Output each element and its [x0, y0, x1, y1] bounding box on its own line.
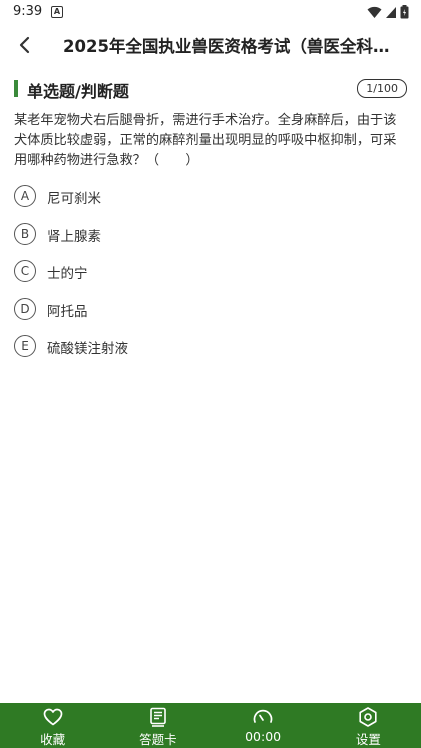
section-header: 单选题/判断题 1/100 — [14, 78, 407, 101]
settings-label: 设置 — [355, 732, 381, 747]
favorite-button[interactable]: 收藏 — [0, 703, 105, 748]
bottom-toolbar: 收藏 答题卡 00:00 设置 — [0, 703, 421, 748]
hexagon-gear-icon — [359, 707, 377, 727]
option-text: 硫酸镁注射液 — [47, 341, 128, 357]
card-icon — [150, 707, 166, 727]
answer-card-button[interactable]: 答题卡 — [105, 703, 210, 748]
status-time: 9:39 — [13, 4, 43, 19]
answer-options: A 尼可刹米 B 肾上腺素 C 士的宁 D 阿托品 E 硫酸镁注射液 — [14, 184, 407, 372]
settings-button[interactable]: 设置 — [316, 703, 421, 748]
signal-icon — [386, 6, 396, 18]
section-title: 单选题/判断题 — [27, 82, 129, 101]
section-accent-bar — [14, 80, 18, 97]
wifi-icon — [367, 6, 382, 18]
top-bar: 2025年全国执业兽医资格考试（兽医全科类） — [0, 24, 421, 66]
option-c[interactable]: C 士的宁 — [14, 259, 407, 297]
option-text: 士的宁 — [47, 266, 88, 282]
answer-card-label: 答题卡 — [139, 732, 177, 747]
battery-icon — [400, 5, 409, 19]
status-icons — [367, 4, 409, 20]
option-text: 尼可刹米 — [47, 191, 101, 207]
gauge-icon — [253, 709, 273, 723]
option-e[interactable]: E 硫酸镁注射液 — [14, 334, 407, 372]
heart-icon — [43, 708, 62, 726]
option-letter-badge: B — [14, 222, 36, 245]
timer-label: 00:00 — [245, 729, 282, 744]
chevron-left-icon[interactable] — [14, 34, 36, 56]
page-title: 2025年全国执业兽医资格考试（兽医全科类） — [63, 37, 393, 56]
option-d[interactable]: D 阿托品 — [14, 297, 407, 335]
option-text: 肾上腺素 — [47, 228, 101, 245]
timer-button[interactable]: 00:00 — [211, 703, 316, 748]
option-letter-badge: E — [14, 335, 36, 357]
question-progress-badge: 1/100 — [357, 79, 407, 98]
option-letter-badge: D — [14, 297, 36, 320]
notification-icon: A — [51, 6, 63, 18]
option-b[interactable]: B 肾上腺素 — [14, 222, 407, 260]
option-letter-badge: C — [14, 260, 36, 282]
status-bar: 9:39 A — [0, 0, 421, 24]
option-a[interactable]: A 尼可刹米 — [14, 184, 407, 222]
option-letter-badge: A — [14, 185, 36, 207]
option-text: 阿托品 — [47, 303, 88, 320]
favorite-label: 收藏 — [40, 732, 66, 747]
question-text: 某老年宠物犬右后腿骨折，需进行手术治疗。全身麻醉后，由于该犬体质比较虚弱，正常的… — [14, 113, 397, 168]
